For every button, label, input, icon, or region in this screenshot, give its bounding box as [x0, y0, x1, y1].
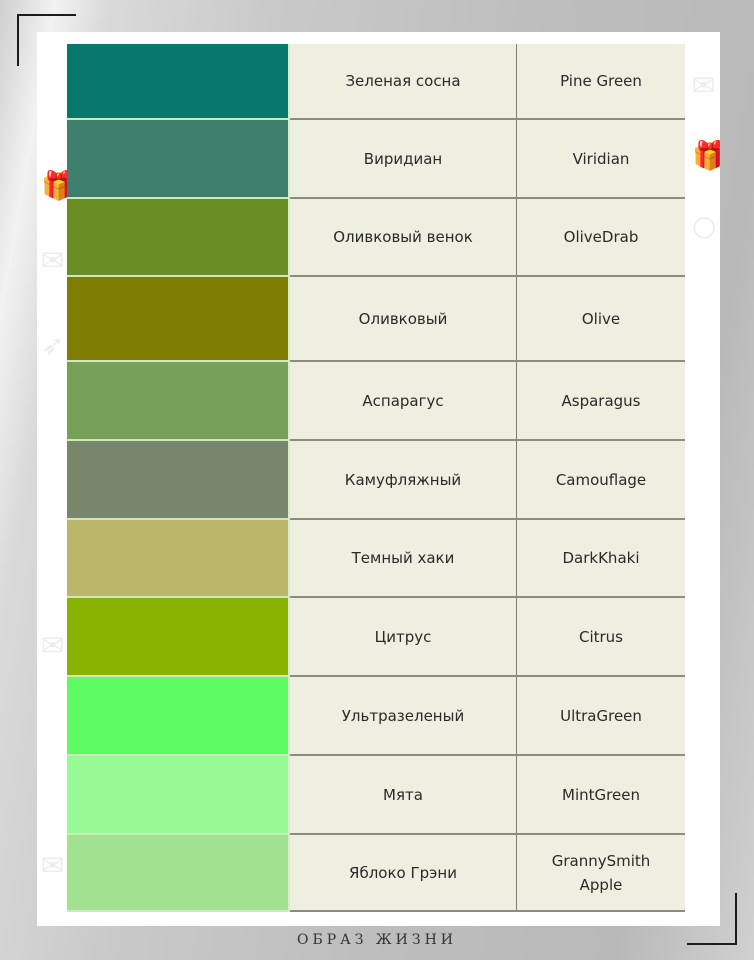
heart-envelope-watermark-icon: ✉ [41, 629, 65, 662]
color-name-english: DarkKhaki [517, 520, 685, 598]
color-name-russian: Цитрус [290, 598, 517, 677]
color-name-english: Asparagus [517, 362, 685, 441]
color-swatch [67, 44, 290, 120]
color-name-russian: Яблоко Грэни [290, 835, 517, 912]
color-row: Мята MintGreen [67, 756, 687, 835]
color-name-russian: Камуфляжный [290, 441, 517, 520]
color-row: Оливковый венок OliveDrab [67, 199, 687, 277]
color-swatch [67, 756, 290, 835]
color-name-russian: Зеленая сосна [290, 44, 517, 120]
bow-arrow-watermark-icon: ➶ [41, 329, 65, 362]
gift-watermark-icon: 🎁 [692, 139, 720, 172]
color-name-english: Olive [517, 277, 685, 362]
color-row: Ультразеленый UltraGreen [67, 677, 687, 756]
color-swatch [67, 677, 290, 756]
color-name-english: Viridian [517, 120, 685, 199]
color-name-english: OliveDrab [517, 199, 685, 277]
color-row: Цитрус Citrus [67, 598, 687, 677]
color-swatch [67, 520, 290, 598]
color-name-english: Citrus [517, 598, 685, 677]
color-swatch [67, 120, 290, 199]
color-row: Яблоко Грэни GrannySmith Apple [67, 835, 687, 912]
color-row: Зеленая сосна Pine Green [67, 44, 687, 120]
color-name-russian: Оливковый венок [290, 199, 517, 277]
color-name-russian: Оливковый [290, 277, 517, 362]
color-name-english: Camouflage [517, 441, 685, 520]
ring-watermark-icon: ○ [692, 209, 717, 242]
color-swatch [67, 835, 290, 912]
color-swatch [67, 199, 290, 277]
color-name-english: MintGreen [517, 756, 685, 835]
color-row: Аспарагус Asparagus [67, 362, 687, 441]
color-name-russian: Мята [290, 756, 517, 835]
color-name-russian: Ультразеленый [290, 677, 517, 756]
color-name-russian: Аспарагус [290, 362, 517, 441]
color-name-english: Pine Green [517, 44, 685, 120]
color-swatch [67, 277, 290, 362]
color-swatch [67, 441, 290, 520]
color-name-russian: Виридиан [290, 120, 517, 199]
color-table: Зеленая сосна Pine Green Виридиан Viridian О… [67, 44, 687, 912]
color-swatch [67, 362, 290, 441]
color-row: Камуфляжный Camouflage [67, 441, 687, 520]
color-name-english: GrannySmith Apple [517, 835, 685, 912]
color-swatch [67, 598, 290, 677]
heart-envelope-watermark-icon: ✉ [41, 849, 65, 882]
color-chart-card: 🎁 ✉ ➶ ✉ ✉ ✉ 🎁 ○ Зеленая сосна Pine Green В… [37, 32, 720, 926]
footer-caption: ОБРАЗ ЖИЗНИ [296, 932, 458, 948]
color-name-english: UltraGreen [517, 677, 685, 756]
color-row: Оливковый Olive [67, 277, 687, 362]
heart-envelope-watermark-icon: ✉ [41, 244, 65, 277]
envelope-watermark-icon: ✉ [692, 69, 716, 102]
color-row: Темный хаки DarkKhaki [67, 520, 687, 598]
color-name-russian: Темный хаки [290, 520, 517, 598]
color-row: Виридиан Viridian [67, 120, 687, 199]
